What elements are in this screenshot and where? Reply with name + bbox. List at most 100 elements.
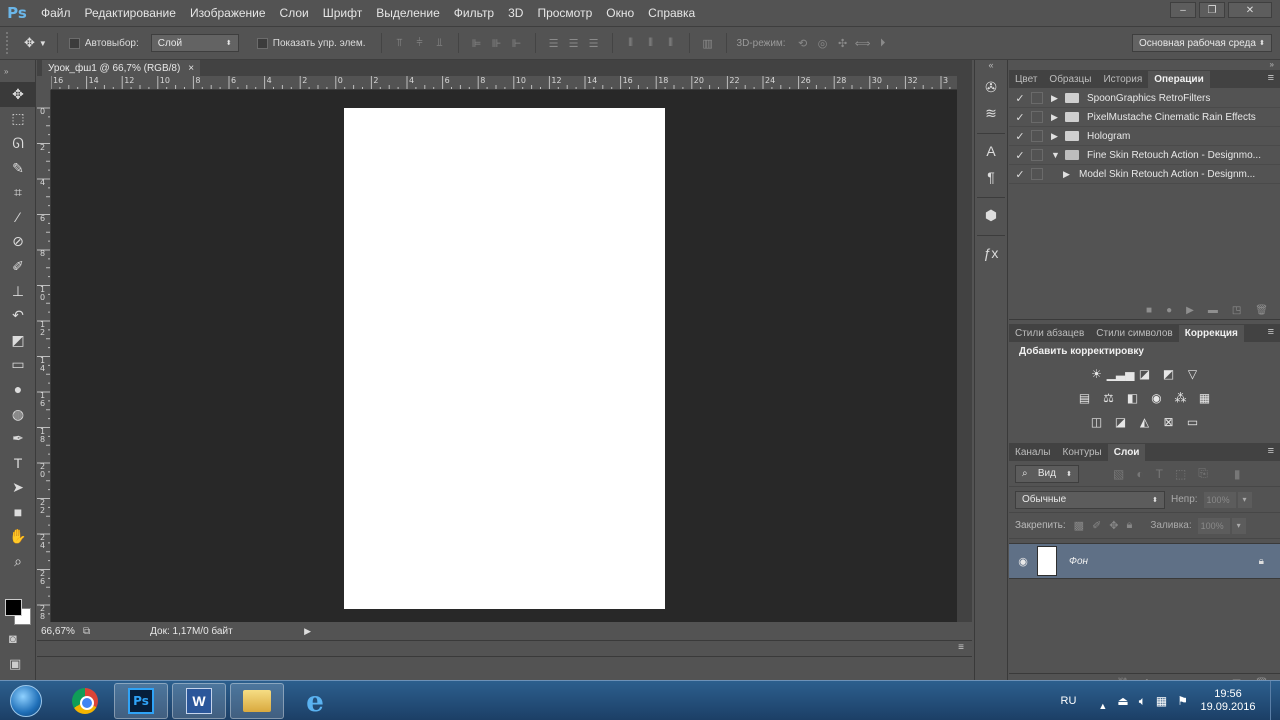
document-canvas[interactable]	[344, 108, 665, 609]
show-transform-checkbox[interactable]	[256, 37, 268, 49]
tab-swatches[interactable]: Образцы	[1043, 71, 1097, 88]
distribute-right-icon[interactable]: ⦀	[664, 36, 678, 50]
network-icon[interactable]: ▦	[1156, 694, 1167, 708]
menu-type[interactable]: Шрифт	[316, 0, 369, 26]
status-menu-arrow-icon[interactable]: ▶	[304, 626, 311, 637]
styles-panel-icon[interactable]: ƒx	[975, 240, 1007, 266]
fill-input[interactable]: 100%	[1197, 517, 1230, 534]
filter-type-icon[interactable]: T	[1156, 467, 1163, 481]
menu-help[interactable]: Справка	[641, 0, 702, 26]
3d-panel-icon[interactable]: ⬢	[975, 202, 1007, 228]
tab-paths[interactable]: Контуры	[1057, 444, 1108, 461]
show-desktop-button[interactable]	[1270, 681, 1280, 720]
new-set-folder-icon[interactable]: ▬	[1208, 305, 1218, 316]
quick-mask-icon[interactable]: ◙	[9, 631, 17, 646]
taskbar-photoshop[interactable]: Ps	[114, 683, 168, 719]
export-icon[interactable]: ⧉	[83, 626, 90, 637]
taskbar-explorer[interactable]	[230, 683, 284, 719]
photo-filter-icon[interactable]: ◉	[1148, 389, 1166, 407]
clock[interactable]: 19:56 19.09.2016	[1198, 688, 1258, 714]
lock-transparent-icon[interactable]: ▩	[1074, 519, 1084, 532]
zoom-tool-icon[interactable]: ⌕	[0, 549, 36, 574]
check-icon[interactable]: ✓	[1009, 92, 1031, 105]
trash-icon[interactable]: 🗑	[1255, 305, 1268, 316]
panel-menu-icon[interactable]: ≡	[1268, 445, 1274, 457]
restore-button[interactable]: ❐	[1199, 2, 1225, 18]
collapse-icon[interactable]: «	[975, 60, 1007, 74]
horizontal-ruler[interactable]: 16 14 12 10 8 6 4 2 0 2 4 6 8 10 12 14 16 18 20 22 24 26 28 30 3…	[51, 76, 957, 90]
lock-position-icon[interactable]: ✥	[1109, 519, 1118, 532]
fill-dropdown-icon[interactable]: ▾	[1231, 517, 1246, 534]
gradient-map-icon[interactable]: ▭	[1184, 413, 1202, 431]
distribute-hcenter-icon[interactable]: ⦀	[644, 36, 658, 50]
opacity-input[interactable]: 100%	[1203, 491, 1236, 508]
tab-layers[interactable]: Слои	[1107, 444, 1146, 461]
layer-filter-dropdown[interactable]: ⌕ Вид ⬍	[1015, 464, 1079, 483]
usb-icon[interactable]: ⏏	[1117, 694, 1128, 708]
tab-paragraph-styles[interactable]: Стили абзацев	[1009, 325, 1090, 342]
hand-tool-icon[interactable]: ✋	[0, 525, 36, 550]
layer-name[interactable]: Фон	[1069, 556, 1259, 567]
tab-adjustments[interactable]: Коррекция	[1178, 325, 1244, 342]
volume-icon[interactable]: 🔈︎	[1139, 694, 1146, 709]
channel-mixer-icon[interactable]: ⁂	[1172, 389, 1190, 407]
levels-icon[interactable]: ▁▃▅	[1107, 365, 1135, 383]
auto-select-dropdown[interactable]: Слой ⬍	[150, 34, 239, 52]
dialog-toggle[interactable]	[1031, 149, 1043, 161]
action-row[interactable]: ✓ ▶ Model Skin Retouch Action - Designm.…	[1009, 165, 1280, 184]
filter-toggle-icon[interactable]: ▮	[1234, 467, 1241, 481]
history-brush-tool-icon[interactable]: ↶	[0, 303, 36, 328]
align-bottom-icon[interactable]: ⫫	[433, 36, 447, 50]
blend-mode-dropdown[interactable]: Обычные ⬍	[1015, 490, 1165, 509]
expand-icon[interactable]: ▶	[1063, 169, 1075, 180]
type-tool-icon[interactable]: T	[0, 451, 36, 476]
action-set-row[interactable]: ✓ ▶ Hologram	[1009, 127, 1280, 146]
dialog-toggle[interactable]	[1031, 168, 1043, 180]
auto-align-icon[interactable]: ▥	[701, 36, 715, 50]
workspace-dropdown[interactable]: Основная рабочая среда ⬍	[1132, 34, 1272, 52]
marquee-tool-icon[interactable]: ⬚	[0, 107, 36, 132]
tab-character-styles[interactable]: Стили символов	[1090, 325, 1178, 342]
lasso-tool-icon[interactable]: ᘏ	[0, 131, 36, 156]
color-balance-icon[interactable]: ⚖	[1100, 389, 1118, 407]
filter-shape-icon[interactable]: ⬚	[1175, 467, 1186, 481]
dialog-toggle[interactable]	[1031, 92, 1043, 104]
dodge-tool-icon[interactable]: ◍	[0, 402, 36, 427]
crop-tool-icon[interactable]: ⌗	[0, 180, 36, 205]
paragraph-panel-icon[interactable]: ¶	[975, 164, 1007, 190]
3d-rotate-icon[interactable]: ⟲	[796, 36, 810, 50]
check-icon[interactable]: ✓	[1009, 111, 1031, 124]
menu-layer[interactable]: Слои	[273, 0, 316, 26]
path-select-tool-icon[interactable]: ➤	[0, 476, 36, 501]
action-center-icon[interactable]: ⚑	[1177, 694, 1188, 708]
align-vcenter-icon[interactable]: ⫩	[413, 36, 427, 50]
threshold-icon[interactable]: ◭	[1136, 413, 1154, 431]
filter-pixel-icon[interactable]: ▧	[1113, 467, 1124, 481]
distribute-bottom-icon[interactable]: ☰	[587, 36, 601, 50]
play-icon[interactable]: ▶	[1186, 305, 1194, 316]
expand-icon[interactable]: ▶	[1051, 131, 1063, 142]
eye-icon[interactable]: ◉	[1009, 555, 1037, 568]
align-top-icon[interactable]: ⫪	[393, 36, 407, 50]
black-white-icon[interactable]: ◧	[1124, 389, 1142, 407]
tab-history[interactable]: История	[1097, 71, 1148, 88]
3d-scale-icon[interactable]: ⏵	[876, 36, 890, 50]
3d-roll-icon[interactable]: ◎	[816, 36, 830, 50]
menu-3d[interactable]: 3D	[501, 0, 530, 26]
eyedropper-tool-icon[interactable]: ⁄	[0, 205, 36, 230]
panel-menu-icon[interactable]: ≡	[1268, 72, 1274, 84]
quick-select-tool-icon[interactable]: ✎	[0, 156, 36, 181]
color-lookup-icon[interactable]: ▦	[1196, 389, 1214, 407]
move-tool-preset-picker[interactable]: ✥ ▼	[24, 35, 47, 51]
healing-brush-tool-icon[interactable]: ⊘	[0, 230, 36, 255]
align-left-icon[interactable]: ⊫	[470, 36, 484, 50]
lock-image-icon[interactable]: ✐	[1092, 519, 1101, 532]
curves-icon[interactable]: ◪	[1136, 365, 1154, 383]
close-button[interactable]: ✕	[1228, 2, 1272, 18]
clone-stamp-tool-icon[interactable]: ⊥	[0, 279, 36, 304]
document-tab[interactable]: Урок_фш1 @ 66,7% (RGB/8) ×	[42, 60, 201, 76]
vertical-scrollbar[interactable]	[957, 76, 972, 622]
dialog-toggle[interactable]	[1031, 111, 1043, 123]
taskbar-word[interactable]: W	[172, 683, 226, 719]
distribute-left-icon[interactable]: ⦀	[624, 36, 638, 50]
